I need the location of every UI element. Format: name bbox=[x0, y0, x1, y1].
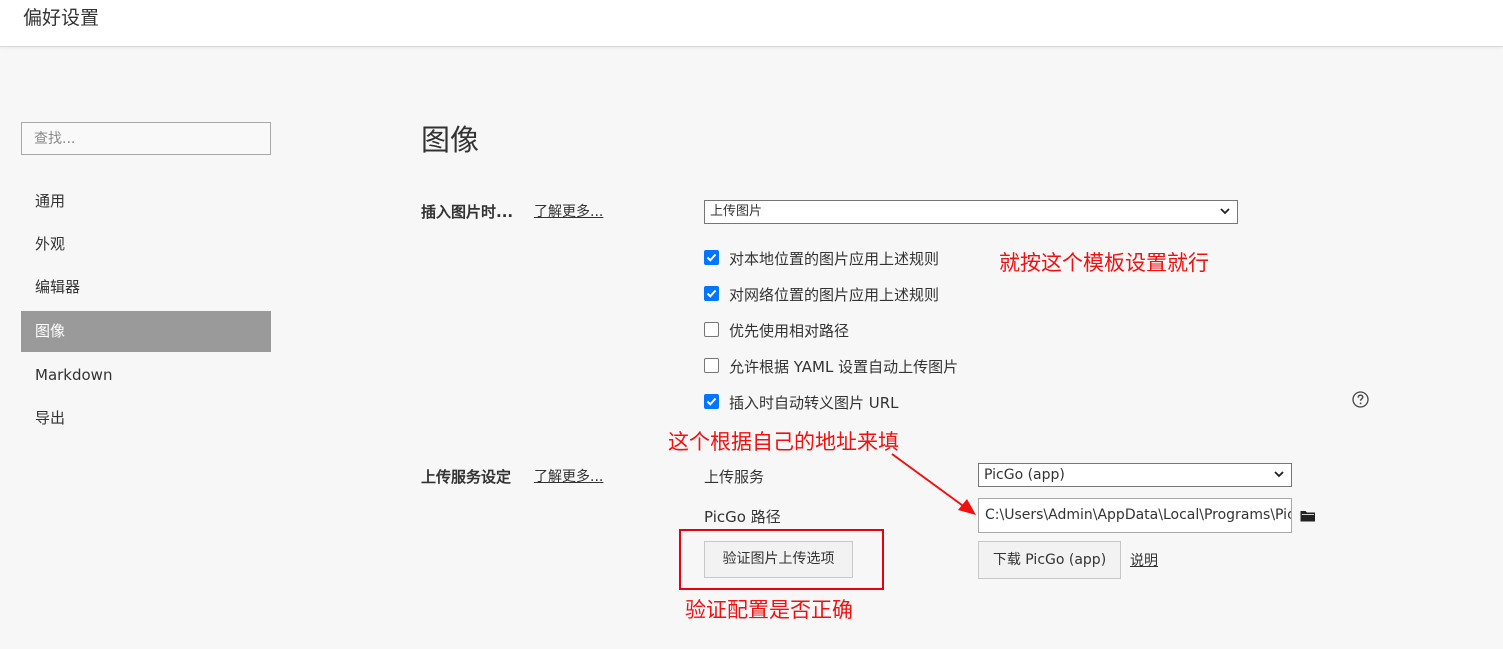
chevron-down-icon bbox=[1220, 208, 1230, 215]
insert-action-select[interactable]: 上传图片 bbox=[704, 200, 1238, 224]
sidebar-item-editor[interactable]: 编辑器 bbox=[21, 267, 271, 308]
insert-image-learn-more-link[interactable]: 了解更多... bbox=[534, 201, 603, 221]
sidebar-item-markdown[interactable]: Markdown bbox=[21, 355, 271, 396]
checkbox-checked-icon[interactable] bbox=[704, 250, 719, 265]
download-picgo-button[interactable]: 下载 PicGo (app) bbox=[978, 541, 1121, 579]
option-label: 优先使用相对路径 bbox=[729, 322, 850, 340]
sidebar-item-export[interactable]: 导出 bbox=[21, 398, 271, 439]
option-label: 允许根据 YAML 设置自动上传图片 bbox=[729, 358, 959, 376]
page-title: 图像 bbox=[421, 123, 480, 157]
checkbox-checked-icon[interactable] bbox=[704, 394, 719, 409]
option-label: 对网络位置的图片应用上述规则 bbox=[729, 286, 940, 304]
option-label: 对本地位置的图片应用上述规则 bbox=[729, 250, 940, 268]
annotation-path-note: 这个根据自己的地址来填 bbox=[668, 430, 899, 454]
checkbox-unchecked-icon[interactable] bbox=[704, 322, 719, 337]
upload-service-field-label: 上传服务 bbox=[704, 468, 765, 486]
upload-service-learn-more-link[interactable]: 了解更多... bbox=[534, 466, 603, 486]
checkbox-checked-icon[interactable] bbox=[704, 286, 719, 301]
sidebar-item-image[interactable]: 图像 bbox=[21, 311, 271, 352]
help-icon[interactable] bbox=[1352, 391, 1369, 408]
insert-action-value: 上传图片 bbox=[710, 204, 763, 219]
option-label: 插入时自动转义图片 URL bbox=[729, 394, 899, 412]
help-link[interactable]: 说明 bbox=[1130, 550, 1158, 570]
annotation-template-note: 就按这个模板设置就行 bbox=[999, 251, 1209, 275]
chevron-down-icon bbox=[1274, 471, 1284, 478]
upload-service-value: PicGo (app) bbox=[984, 467, 1065, 483]
folder-icon[interactable] bbox=[1300, 509, 1316, 523]
insert-image-label: 插入图片时... bbox=[421, 203, 514, 221]
picgo-path-input[interactable]: C:\Users\Admin\AppData\Local\Programs\Pi… bbox=[978, 498, 1292, 533]
search-input[interactable] bbox=[21, 122, 271, 155]
picgo-path-label: PicGo 路径 bbox=[704, 508, 781, 526]
upload-service-select[interactable]: PicGo (app) bbox=[978, 463, 1292, 487]
annotation-arrow-icon bbox=[891, 453, 976, 515]
annotation-highlight-box bbox=[679, 529, 884, 590]
sidebar-item-general[interactable]: 通用 bbox=[21, 181, 271, 222]
sidebar-item-appearance[interactable]: 外观 bbox=[21, 224, 271, 265]
window-title: 偏好设置 bbox=[23, 7, 100, 29]
checkbox-unchecked-icon[interactable] bbox=[704, 358, 719, 373]
annotation-verify-note: 验证配置是否正确 bbox=[685, 598, 853, 622]
title-bar: 偏好设置 bbox=[0, 0, 1503, 47]
upload-service-label: 上传服务设定 bbox=[421, 468, 512, 486]
